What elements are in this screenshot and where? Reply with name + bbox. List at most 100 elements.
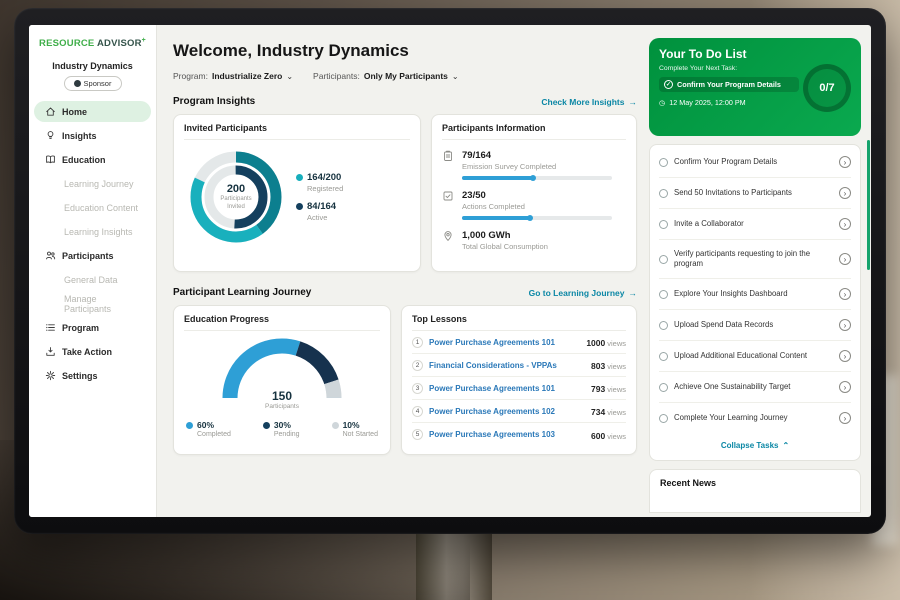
program-insights-header: Program Insights Check More Insights →: [173, 96, 637, 107]
task-chevron-button[interactable]: ›: [839, 319, 851, 331]
lesson-link[interactable]: Power Purchase Agreements 101: [429, 384, 585, 393]
task-checkbox[interactable]: [659, 220, 668, 229]
chevron-down-icon: ⌄: [286, 72, 293, 81]
sidebar-item-education[interactable]: Education: [34, 149, 151, 170]
lesson-row: 4 Power Purchase Agreements 102 734views: [412, 400, 626, 423]
legend-value: 164/200: [307, 172, 341, 183]
task-row[interactable]: Send 50 Invitations to Participants ›: [659, 178, 851, 209]
legend-label: Registered: [307, 184, 343, 193]
sidebar-item-manage-participants[interactable]: Manage Participants: [34, 293, 151, 314]
insights-cards-row: Invited Participants 200 Participants: [173, 114, 637, 272]
task-chevron-button[interactable]: ›: [839, 412, 851, 424]
sponsor-badge[interactable]: Sponsor: [64, 76, 122, 91]
go-to-learning-journey-link[interactable]: Go to Learning Journey →: [529, 288, 637, 298]
task-row[interactable]: Complete Your Learning Journey ›: [659, 403, 851, 433]
gauge-legend: 60% Completed 30% Pending 10% Not Starte…: [184, 420, 380, 438]
task-chevron-button[interactable]: ›: [839, 253, 851, 265]
top-lessons-card: Top Lessons 1 Power Purchase Agreements …: [401, 305, 637, 455]
legend-item: 10% Not Started: [332, 420, 378, 438]
sidebar-item-home[interactable]: Home: [34, 101, 151, 122]
bulb-icon: [45, 130, 56, 141]
link-label: Check More Insights: [541, 97, 624, 107]
sidebar-item-label: Learning Journey: [64, 179, 134, 189]
sidebar-item-settings[interactable]: Settings: [34, 365, 151, 386]
next-task[interactable]: ✓ Confirm Your Program Details: [659, 77, 799, 92]
program-filter[interactable]: Program: Industrialize Zero ⌄: [173, 71, 293, 81]
sidebar-item-label: Program: [62, 323, 99, 333]
lesson-link[interactable]: Power Purchase Agreements 102: [429, 407, 585, 416]
legend-label: Completed: [197, 431, 231, 438]
task-checkbox[interactable]: [659, 383, 668, 392]
task-row[interactable]: Verify participants requesting to join t…: [659, 240, 851, 279]
todo-title: Your To Do List: [659, 47, 851, 61]
lesson-row: 3 Power Purchase Agreements 101 793views: [412, 377, 626, 400]
task-chevron-button[interactable]: ›: [839, 288, 851, 300]
task-row[interactable]: Upload Spend Data Records ›: [659, 310, 851, 341]
legend-label: Active: [307, 213, 343, 222]
scrollbar-thumb[interactable]: [867, 140, 870, 270]
gauge-center-value: 150: [217, 389, 347, 403]
stat-value: 79/164: [462, 150, 612, 161]
task-row[interactable]: Confirm Your Program Details ›: [659, 147, 851, 178]
sidebar-item-learning-insights[interactable]: Learning Insights: [34, 221, 151, 242]
task-checkbox[interactable]: [659, 352, 668, 361]
card-title: Top Lessons: [412, 314, 626, 331]
org-name: Industry Dynamics: [29, 61, 156, 71]
task-row[interactable]: Invite a Collaborator ›: [659, 209, 851, 240]
task-due-label: 12 May 2025, 12:00 PM: [669, 98, 745, 107]
views-unit: views: [607, 362, 626, 371]
task-checkbox[interactable]: [659, 290, 668, 299]
collapse-tasks-button[interactable]: Collapse Tasks ⌃: [659, 433, 851, 458]
legend-item: 30% Pending: [263, 420, 300, 438]
task-label: Explore Your Insights Dashboard: [674, 289, 833, 299]
task-row[interactable]: Achieve One Sustainability Target ›: [659, 372, 851, 403]
legend-item: 164/200 Registered: [296, 172, 343, 193]
sidebar-item-general-data[interactable]: General Data: [34, 269, 151, 290]
task-label: Invite a Collaborator: [674, 219, 833, 229]
task-checkbox[interactable]: [659, 255, 668, 264]
lesson-link[interactable]: Power Purchase Agreements 103: [429, 430, 585, 439]
participants-filter-label: Participants:: [313, 71, 360, 81]
arrow-right-icon: →: [629, 288, 638, 298]
task-chevron-button[interactable]: ›: [839, 381, 851, 393]
filter-bar: Program: Industrialize Zero ⌄ Participan…: [173, 71, 637, 81]
card-title: Education Progress: [184, 314, 380, 331]
task-checkbox[interactable]: [659, 321, 668, 330]
participants-filter[interactable]: Participants: Only My Participants ⌄: [313, 71, 459, 81]
card-title: Participants Information: [442, 123, 626, 140]
lesson-views: 734: [591, 407, 605, 417]
invited-center-value: 200: [227, 183, 245, 195]
recent-news-card: Recent News: [649, 469, 861, 513]
sidebar-item-participants[interactable]: Participants: [34, 245, 151, 266]
lesson-link[interactable]: Financial Considerations - VPPAs: [429, 361, 585, 370]
lesson-link[interactable]: Power Purchase Agreements 101: [429, 338, 580, 347]
download-icon: [45, 346, 56, 357]
task-checkbox[interactable]: [659, 158, 668, 167]
sidebar-item-program[interactable]: Program: [34, 317, 151, 338]
learning-cards-row: Education Progress 150 Participants: [173, 305, 637, 455]
gauge-center: 150 Participants: [217, 389, 347, 410]
sidebar-item-education-content[interactable]: Education Content: [34, 197, 151, 218]
task-chevron-button[interactable]: ›: [839, 350, 851, 362]
task-row[interactable]: Explore Your Insights Dashboard ›: [659, 279, 851, 310]
sidebar-item-learning-journey[interactable]: Learning Journey: [34, 173, 151, 194]
brand-primary: RESOURCE: [39, 38, 94, 49]
task-label: Confirm Your Program Details: [674, 157, 833, 167]
sidebar-item-label: General Data: [64, 275, 118, 285]
task-row[interactable]: Upload Additional Educational Content ›: [659, 341, 851, 372]
lesson-rank: 5: [412, 429, 423, 440]
sidebar-item-insights[interactable]: Insights: [34, 125, 151, 146]
sidebar-item-label: Home: [62, 107, 87, 117]
task-checkbox[interactable]: [659, 414, 668, 423]
check-more-insights-link[interactable]: Check More Insights →: [541, 97, 637, 107]
todo-panel: Your To Do List Complete Your Next Task:…: [647, 25, 871, 517]
clock-icon: ◷: [659, 98, 665, 107]
task-chevron-button[interactable]: ›: [839, 218, 851, 230]
task-checkbox[interactable]: [659, 189, 668, 198]
legend-dot: [296, 203, 303, 210]
sidebar-item-take-action[interactable]: Take Action: [34, 341, 151, 362]
task-chevron-button[interactable]: ›: [839, 187, 851, 199]
sponsor-label: Sponsor: [84, 79, 112, 88]
stat-row: 23/50 Actions Completed: [442, 190, 626, 220]
task-chevron-button[interactable]: ›: [839, 156, 851, 168]
